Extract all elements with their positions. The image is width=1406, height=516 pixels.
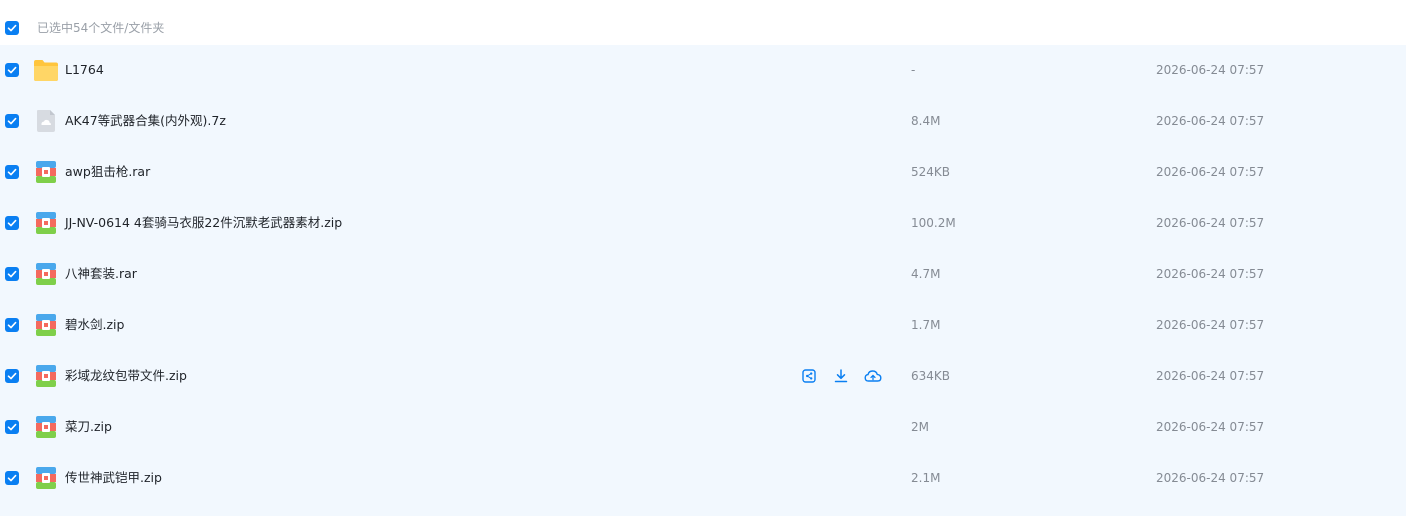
download-button[interactable] xyxy=(832,367,850,385)
archive-icon xyxy=(36,365,56,387)
file-name[interactable]: L1764 xyxy=(65,61,104,79)
file-size: 2M xyxy=(911,420,929,434)
row-checkbox[interactable] xyxy=(5,165,19,179)
check-icon xyxy=(7,24,17,32)
row-checkbox[interactable] xyxy=(5,114,19,128)
archive-icon xyxy=(36,212,56,234)
table-row[interactable]: 传世神武铠甲.zip 2.1M 2026-06-24 07:57 xyxy=(0,453,1406,504)
check-icon xyxy=(7,270,17,278)
check-icon xyxy=(7,372,17,380)
check-icon xyxy=(7,168,17,176)
archive-icon xyxy=(36,263,56,285)
share-icon xyxy=(802,369,816,383)
row-checkbox[interactable] xyxy=(5,63,19,77)
row-checkbox[interactable] xyxy=(5,267,19,281)
table-row[interactable]: L1764 - 2026-06-24 07:57 xyxy=(0,45,1406,96)
archive-icon xyxy=(36,416,56,438)
table-row[interactable]: awp狙击枪.rar 524KB 2026-06-24 07:57 xyxy=(0,147,1406,198)
table-row[interactable]: 碧水剑.zip 1.7M 2026-06-24 07:57 xyxy=(0,300,1406,351)
check-icon xyxy=(7,219,17,227)
download-icon xyxy=(834,369,848,383)
share-button[interactable] xyxy=(800,367,818,385)
check-icon xyxy=(7,423,17,431)
file-size: 524KB xyxy=(911,165,951,179)
check-icon xyxy=(7,117,17,125)
save-to-cloud-button[interactable] xyxy=(864,367,882,385)
file-name[interactable]: 碧水剑.zip xyxy=(65,316,124,334)
file-list-page: 已选中54个文件/文件夹 L1764 - 2026-06-24 07:57 AK… xyxy=(0,0,1406,516)
select-all-checkbox[interactable] xyxy=(5,21,19,35)
check-icon xyxy=(7,321,17,329)
file-date: 2026-06-24 07:57 xyxy=(1156,165,1265,179)
file-date: 2026-06-24 07:57 xyxy=(1156,369,1265,383)
check-icon xyxy=(7,66,17,74)
generic-file-icon xyxy=(37,110,55,132)
file-size: - xyxy=(911,63,916,77)
table-row[interactable]: 菜刀.zip 2M 2026-06-24 07:57 xyxy=(0,402,1406,453)
file-name[interactable]: awp狙击枪.rar xyxy=(65,163,150,181)
file-size: 100.2M xyxy=(911,216,956,230)
file-date: 2026-06-24 07:57 xyxy=(1156,471,1265,485)
table-row[interactable]: 彩域龙纹包带文件.zip 634KB 2026-06-24 07:57 xyxy=(0,351,1406,402)
check-icon xyxy=(7,474,17,482)
archive-icon xyxy=(36,467,56,489)
file-name[interactable]: 传世神武铠甲.zip xyxy=(65,469,162,487)
table-row[interactable]: JJ-NV-0614 4套骑马衣服22件沉默老武器素材.zip 100.2M 2… xyxy=(0,198,1406,249)
file-name[interactable]: 八神套装.rar xyxy=(65,265,137,283)
row-checkbox[interactable] xyxy=(5,471,19,485)
file-size: 1.7M xyxy=(911,318,941,332)
file-date: 2026-06-24 07:57 xyxy=(1156,318,1265,332)
file-size: 2.1M xyxy=(911,471,941,485)
file-name[interactable]: JJ-NV-0614 4套骑马衣服22件沉默老武器素材.zip xyxy=(65,214,342,232)
archive-icon xyxy=(36,161,56,183)
cloud-save-icon xyxy=(864,370,882,382)
selection-count-label: 已选中54个文件/文件夹 xyxy=(37,21,165,35)
file-name[interactable]: AK47等武器合集(内外观).7z xyxy=(65,112,226,130)
folder-icon xyxy=(34,60,58,81)
file-list: L1764 - 2026-06-24 07:57 AK47等武器合集(内外观).… xyxy=(0,45,1406,516)
row-actions xyxy=(800,367,884,385)
file-date: 2026-06-24 07:57 xyxy=(1156,420,1265,434)
file-date: 2026-06-24 07:57 xyxy=(1156,267,1265,281)
file-date: 2026-06-24 07:57 xyxy=(1156,63,1265,77)
row-checkbox[interactable] xyxy=(5,369,19,383)
table-row[interactable]: 八神套装.rar 4.7M 2026-06-24 07:57 xyxy=(0,249,1406,300)
file-name[interactable]: 菜刀.zip xyxy=(65,418,112,436)
file-date: 2026-06-24 07:57 xyxy=(1156,216,1265,230)
archive-icon xyxy=(36,314,56,336)
row-checkbox[interactable] xyxy=(5,318,19,332)
file-size: 4.7M xyxy=(911,267,941,281)
file-name[interactable]: 彩域龙纹包带文件.zip xyxy=(65,367,187,385)
row-checkbox[interactable] xyxy=(5,420,19,434)
selection-header: 已选中54个文件/文件夹 xyxy=(0,0,1406,45)
file-size: 8.4M xyxy=(911,114,941,128)
table-row[interactable]: AK47等武器合集(内外观).7z 8.4M 2026-06-24 07:57 xyxy=(0,96,1406,147)
row-checkbox[interactable] xyxy=(5,216,19,230)
file-date: 2026-06-24 07:57 xyxy=(1156,114,1265,128)
file-size: 634KB xyxy=(911,369,951,383)
